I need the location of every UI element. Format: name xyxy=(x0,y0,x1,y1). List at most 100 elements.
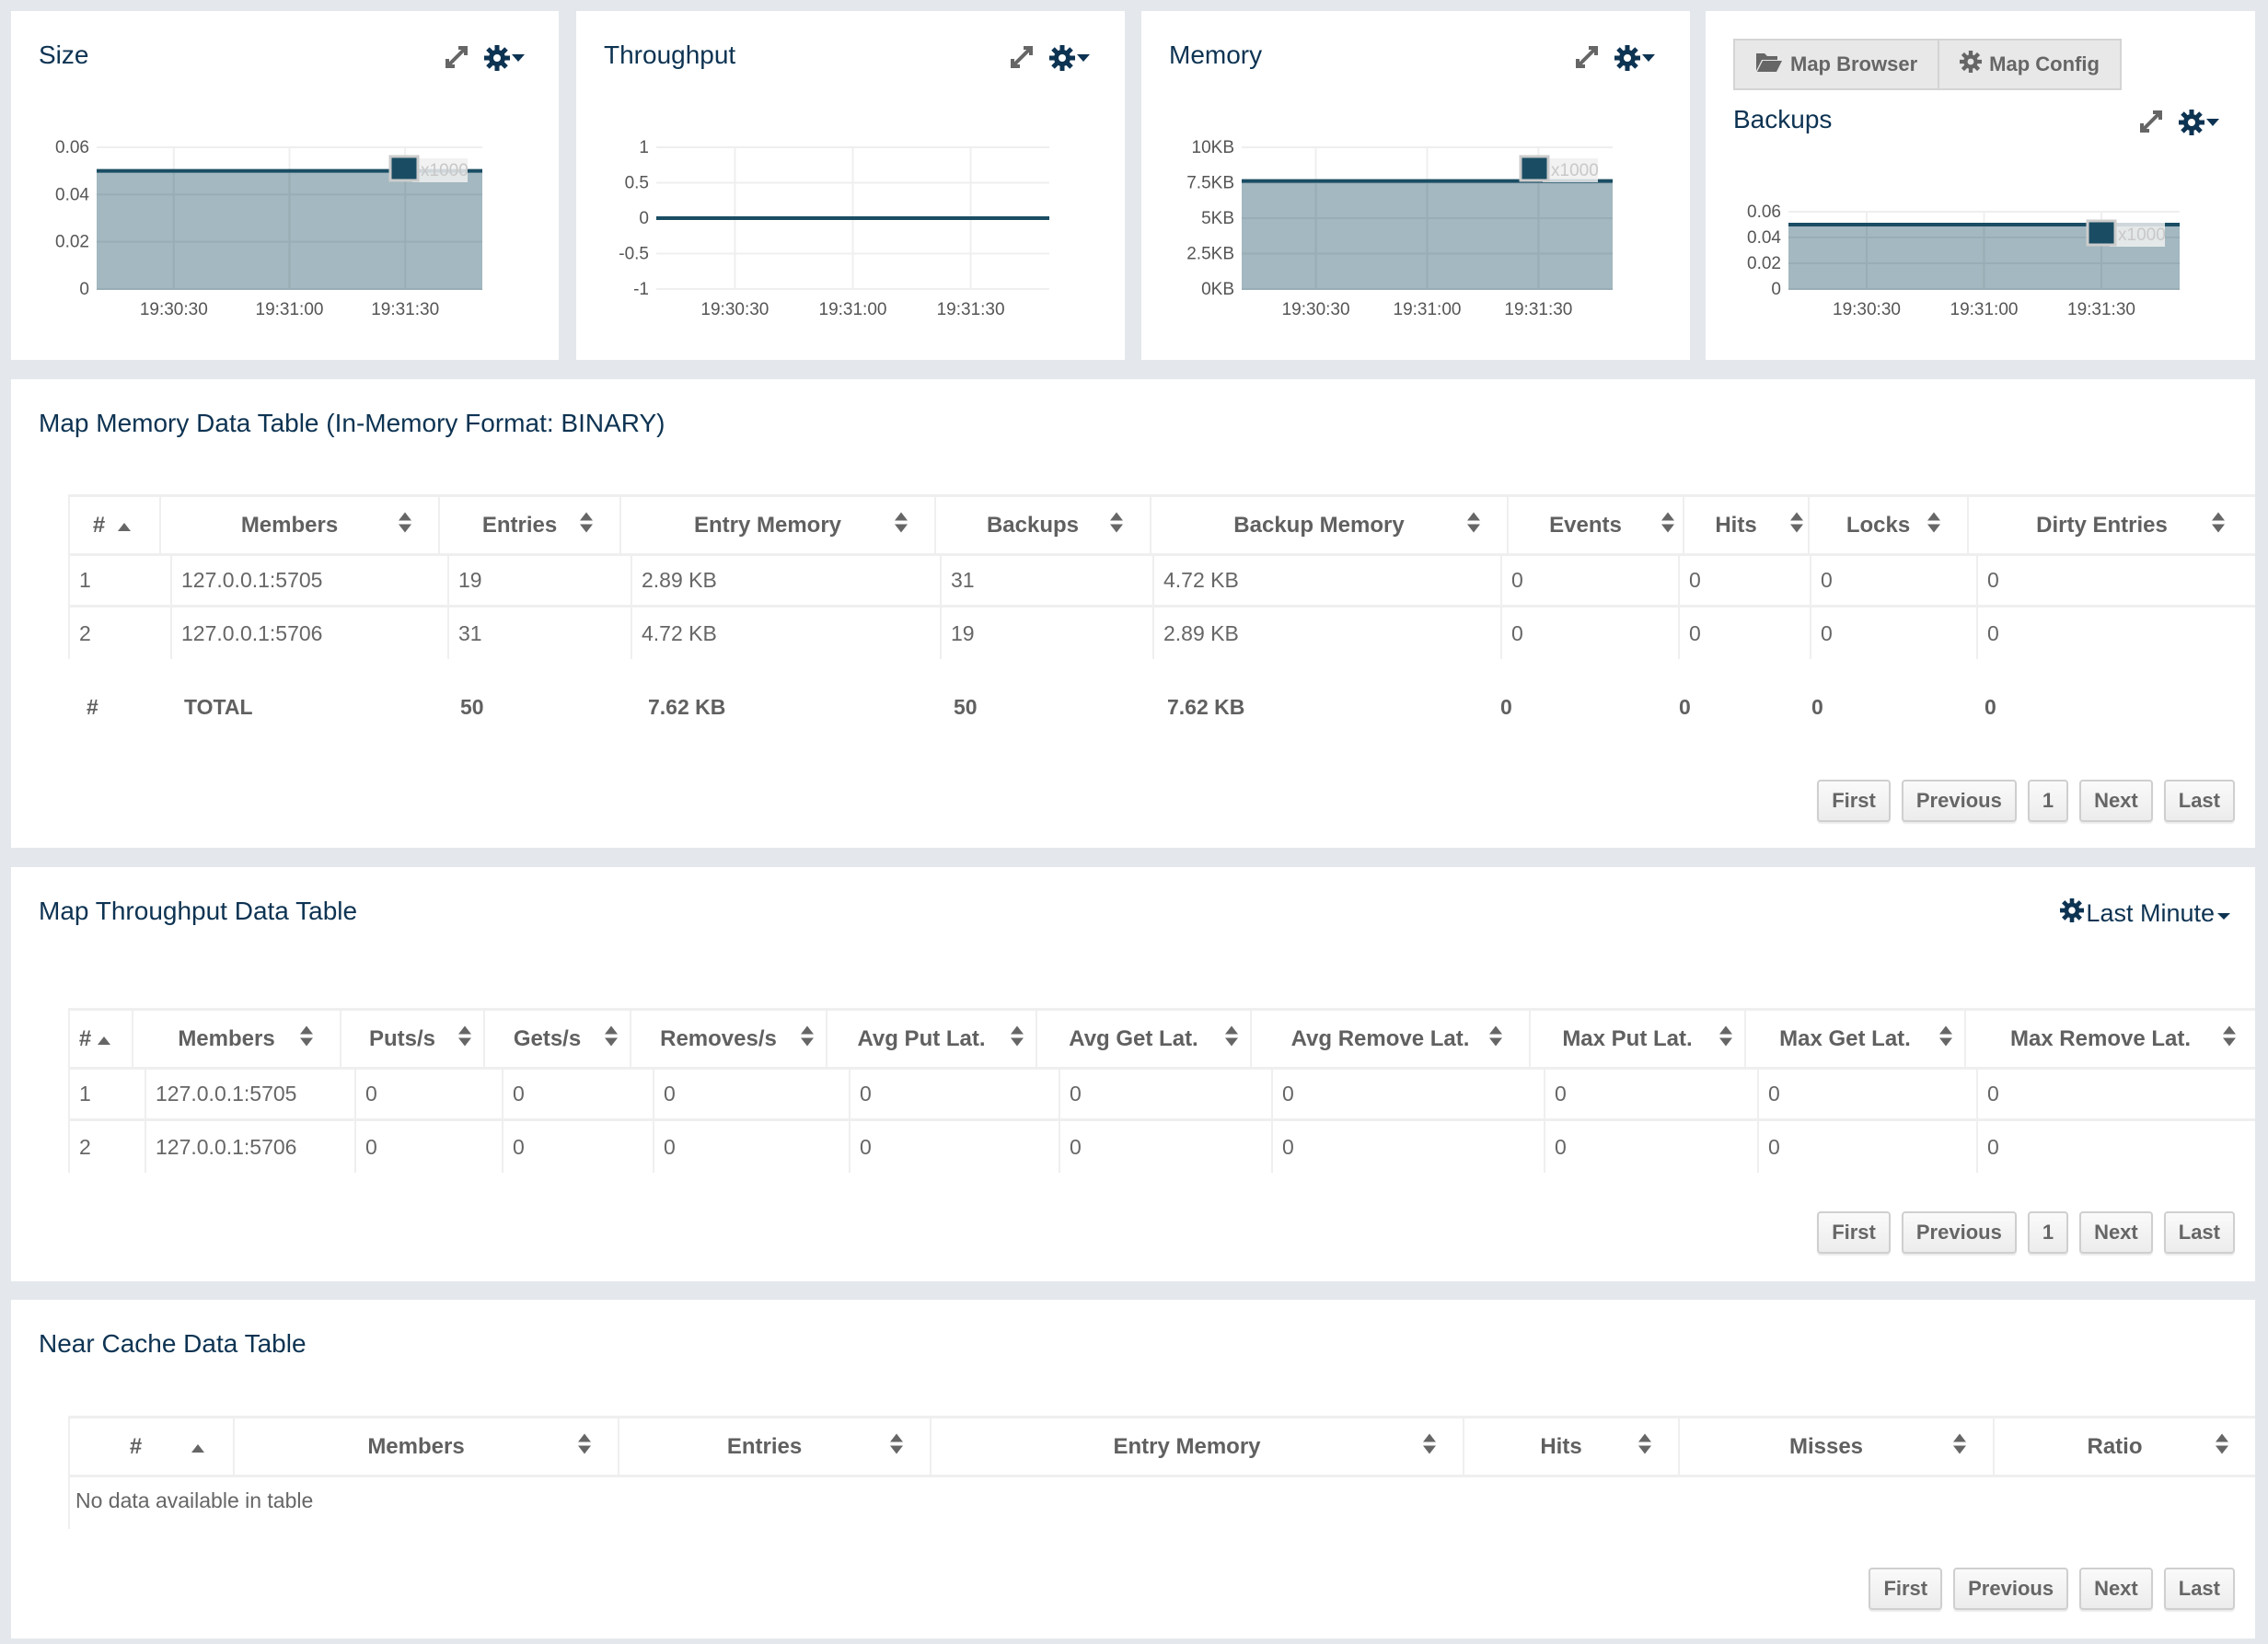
pagination-next-button[interactable]: Next xyxy=(2079,1211,2153,1254)
column-header-ratio[interactable]: Ratio xyxy=(1993,1416,2255,1477)
column-header-label: Hits xyxy=(1715,512,1757,538)
sort-both-icon xyxy=(299,1024,314,1054)
column-header-avg-remove-lat[interactable]: Avg Remove Lat. xyxy=(1250,1008,1529,1070)
table-cell: 0 xyxy=(1678,556,1810,608)
sort-both-icon xyxy=(398,510,412,540)
column-header-avg-put-lat[interactable]: Avg Put Lat. xyxy=(826,1008,1036,1070)
sort-both-icon xyxy=(1224,1024,1239,1054)
size-chart: 0 0.02 0.04 0.06 19:30:30 19:31:00 19:31:30 x10… xyxy=(55,138,482,319)
column-header-label: Puts/s xyxy=(368,1025,436,1051)
column-header-max-get-lat[interactable]: Max Get Lat. xyxy=(1744,1008,1964,1070)
column-header-hits[interactable]: Hits xyxy=(1683,494,1808,556)
memory-table-panel: Map Memory Data Table (In-Memory Format:… xyxy=(11,379,2255,848)
table-cell: 31 xyxy=(940,556,1152,608)
column-header-entries[interactable]: Entries xyxy=(618,1416,930,1477)
column-header-entry-memory[interactable]: Entry Memory xyxy=(619,494,934,556)
column-header-members[interactable]: Members xyxy=(132,1008,340,1070)
throughput-chart-panel: Throughput -1 -0.5 0 0.5 1 19:30:30 19:31:00 19… xyxy=(576,11,1125,360)
empty-row xyxy=(68,1477,2255,1529)
sort-both-icon xyxy=(889,1431,904,1462)
column-header-label: Removes/s xyxy=(660,1025,777,1051)
y-tick-label: 5KB xyxy=(1201,209,1234,228)
sort-both-icon xyxy=(1789,510,1804,540)
table-cell: 0 xyxy=(1271,1121,1544,1173)
pagination-page-1-button[interactable]: 1 xyxy=(2027,780,2069,822)
column-header-avg-get-lat[interactable]: Avg Get Lat. xyxy=(1036,1008,1250,1070)
sort-both-icon xyxy=(1718,1024,1733,1054)
pagination-last-button[interactable]: Last xyxy=(2163,1211,2235,1254)
column-header-locks[interactable]: Locks xyxy=(1808,494,1967,556)
y-tick-label: 0 xyxy=(79,280,89,299)
column-header-label: # xyxy=(92,512,106,538)
column-header-members[interactable]: Members xyxy=(159,494,438,556)
pagination-previous-button[interactable]: Previous xyxy=(1901,780,2017,822)
member-cell: 127.0.0.1:5706 xyxy=(145,1121,354,1173)
row-index-cell: 2 xyxy=(68,1121,145,1173)
x-tick-label: 19:31:30 xyxy=(937,300,1005,319)
table-cell: 0 xyxy=(1500,556,1678,608)
pagination-first-button[interactable]: First xyxy=(1817,1211,1891,1254)
pagination-previous-button[interactable]: Previous xyxy=(1953,1568,2069,1610)
time-range-dropdown[interactable]: Last Minute xyxy=(2060,898,2231,929)
sort-both-icon xyxy=(1422,1431,1437,1462)
column-header-max-remove-lat[interactable]: Max Remove Lat. xyxy=(1964,1008,2255,1070)
column-header-index[interactable]: # xyxy=(68,1416,233,1477)
table-cell: 0 xyxy=(1544,1121,1757,1173)
x-tick-label: 19:31:00 xyxy=(1394,300,1462,319)
y-tick-label: 7.5KB xyxy=(1186,174,1234,193)
column-header-members[interactable]: Members xyxy=(233,1416,618,1477)
column-header-index[interactable]: # xyxy=(68,494,159,556)
table-cell: 0 xyxy=(1678,608,1810,659)
column-header-label: Ratio xyxy=(2087,1433,2143,1459)
nearcache-table-title: Near Cache Data Table xyxy=(39,1329,307,1358)
sort-both-icon xyxy=(1637,1431,1652,1462)
pagination-next-button[interactable]: Next xyxy=(2079,780,2153,822)
column-header-label: Avg Remove Lat. xyxy=(1290,1025,1470,1051)
column-header-backups[interactable]: Backups xyxy=(934,494,1150,556)
y-tick-label: 0.02 xyxy=(55,233,89,252)
memory-chart: 0KB 2.5KB 5KB 7.5KB 10KB 19:30:30 19:31:00 19:3… xyxy=(1186,138,1613,319)
sort-both-icon xyxy=(579,510,594,540)
pagination-next-button[interactable]: Next xyxy=(2079,1568,2153,1610)
legend-swatch xyxy=(1519,155,1550,182)
column-header-max-put-lat[interactable]: Max Put Lat. xyxy=(1529,1008,1744,1070)
sort-ascending-icon xyxy=(97,1026,111,1052)
y-tick-label: 1 xyxy=(639,138,649,157)
total-cell: # xyxy=(87,694,98,719)
x-tick-label: 19:30:30 xyxy=(700,300,769,319)
legend-label: x1000 xyxy=(1551,161,1599,180)
pagination-page-1-button[interactable]: 1 xyxy=(2027,1211,2069,1254)
column-header-events[interactable]: Events xyxy=(1507,494,1683,556)
throughput-table-pagination: First Previous 1 Next Last xyxy=(1817,1211,2235,1254)
size-chart-panel: Size 0 0.02 0.04 0.06 19:30:30 19:31:00 19:31:… xyxy=(11,11,559,360)
row-index-cell: 1 xyxy=(68,1070,145,1121)
pagination-first-button[interactable]: First xyxy=(1817,780,1891,822)
column-header-puts-s[interactable]: Puts/s xyxy=(340,1008,483,1070)
table-cell: 0 xyxy=(1271,1070,1544,1121)
table-cell: 0 xyxy=(1810,608,1976,659)
pagination-last-button[interactable]: Last xyxy=(2163,780,2235,822)
column-header-dirty-entries[interactable]: Dirty Entries xyxy=(1967,494,2255,556)
table-cell: 31 xyxy=(447,608,631,659)
pagination-last-button[interactable]: Last xyxy=(2163,1568,2235,1610)
column-header-label: Max Get Lat. xyxy=(1779,1025,1911,1051)
column-header-label: Dirty Entries xyxy=(2036,512,2168,538)
sort-both-icon xyxy=(894,510,908,540)
column-header-hits[interactable]: Hits xyxy=(1463,1416,1678,1477)
column-header-entry-memory[interactable]: Entry Memory xyxy=(930,1416,1463,1477)
column-header-removes-s[interactable]: Removes/s xyxy=(630,1008,826,1070)
pagination-first-button[interactable]: First xyxy=(1869,1568,1943,1610)
x-tick-label: 19:31:00 xyxy=(819,300,887,319)
column-header-index[interactable]: # xyxy=(68,1008,132,1070)
y-tick-label: 0KB xyxy=(1201,280,1234,299)
row-index-cell: 2 xyxy=(68,608,170,659)
sort-ascending-icon xyxy=(117,513,132,538)
column-header-backup-memory[interactable]: Backup Memory xyxy=(1150,494,1507,556)
x-tick-label: 19:31:30 xyxy=(1504,300,1572,319)
column-header-entries[interactable]: Entries xyxy=(438,494,619,556)
column-header-misses[interactable]: Misses xyxy=(1678,1416,1993,1477)
column-header-gets-s[interactable]: Gets/s xyxy=(483,1008,630,1070)
pagination-previous-button[interactable]: Previous xyxy=(1901,1211,2017,1254)
column-header-label: Entry Memory xyxy=(693,512,842,538)
member-cell: 127.0.0.1:5706 xyxy=(170,608,447,659)
